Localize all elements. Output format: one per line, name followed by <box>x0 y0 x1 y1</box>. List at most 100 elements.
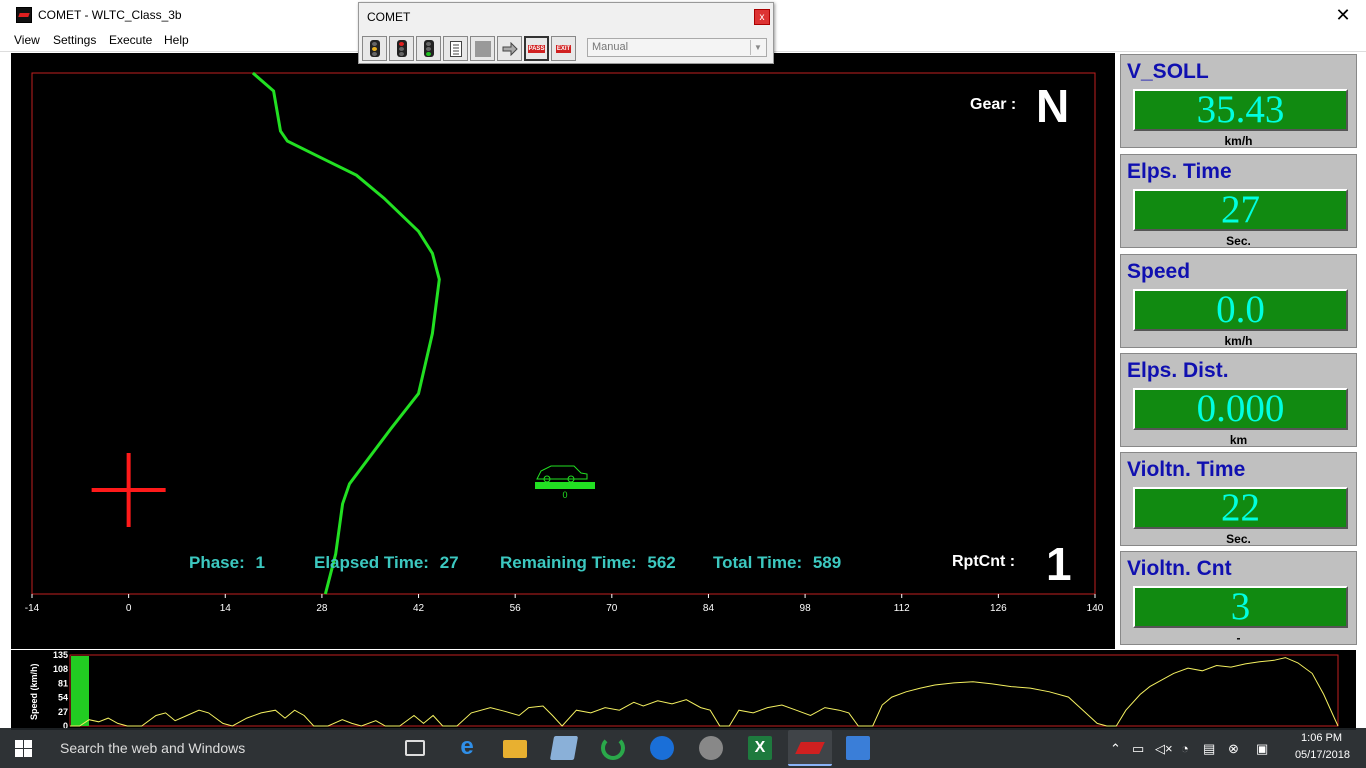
notes-app-icon[interactable] <box>549 736 579 760</box>
chevron-up-icon[interactable]: ⌃ <box>1110 741 1121 757</box>
mode-select-value: Manual <box>592 41 629 53</box>
panel-value: 0.000 <box>1133 388 1348 430</box>
clock-time[interactable]: 1:06 PM <box>1290 732 1342 744</box>
panel-value: 27 <box>1133 189 1348 231</box>
taskbar-search[interactable]: Search the web and Windows <box>48 728 393 768</box>
panel-value: 22 <box>1133 487 1348 529</box>
total-readout: Total Time: 589 <box>713 553 841 573</box>
menu-help[interactable]: Help <box>164 33 189 47</box>
clock-date[interactable]: 05/17/2018 <box>1280 749 1350 761</box>
x-tick-label: 56 <box>510 603 522 614</box>
overview-y-tick: 27 <box>58 707 68 717</box>
rptcnt-value: 1 <box>1046 538 1072 590</box>
chevron-down-icon[interactable]: ▼ <box>750 40 765 55</box>
x-tick-label: 0 <box>126 603 132 614</box>
wifi-icon[interactable]: ◔ <box>1181 741 1189 756</box>
traffic-light-red-icon <box>396 40 407 57</box>
panel-speed: Speed 0.0 km/h <box>1120 254 1357 348</box>
x-tick-label: 140 <box>1087 603 1104 614</box>
panel-unit: km <box>1229 433 1248 447</box>
list-button[interactable] <box>443 36 468 61</box>
phase-value: 1 <box>255 553 265 572</box>
panel-unit: - <box>1236 631 1241 645</box>
overview-y-tick: 108 <box>53 664 68 674</box>
elapsed-readout: Elapsed Time: 27 <box>314 553 459 573</box>
panel-unit: Sec. <box>1226 234 1251 248</box>
phase-readout: Phase: 1 <box>189 553 265 573</box>
panel-title: Elps. Time <box>1127 160 1232 183</box>
x-tick-label: -14 <box>25 603 40 614</box>
comet-taskbar-button[interactable] <box>788 730 832 766</box>
list-icon <box>449 40 462 57</box>
remaining-value: 562 <box>647 553 676 572</box>
stop-button[interactable] <box>470 36 495 61</box>
panel-title: Elps. Dist. <box>1127 359 1229 382</box>
elapsed-progress-bar <box>71 656 89 726</box>
panel-v-soll: V_SOLL 35.43 km/h <box>1120 54 1357 148</box>
panel-value: 35.43 <box>1133 89 1348 131</box>
panel-violation-time: Violtn. Time 22 Sec. <box>1120 452 1357 546</box>
traffic-light-amber-button[interactable] <box>362 36 387 61</box>
panel-unit: Sec. <box>1226 532 1251 546</box>
panel-title: Violtn. Time <box>1127 458 1246 481</box>
panel-unit: km/h <box>1224 334 1253 348</box>
menu-view[interactable]: View <box>14 33 40 47</box>
x-tick-label: 112 <box>894 603 910 614</box>
language-icon[interactable]: ▣ <box>1256 741 1268 757</box>
exit-button[interactable]: EXIT <box>551 36 576 61</box>
trace-plot: -14 0 14 28 42 56 70 84 98 112 126 140 0 Gear : N Rp… <box>11 53 1115 649</box>
panel-elapsed-distance: Elps. Dist. 0.000 km <box>1120 353 1357 447</box>
windows-start-icon[interactable] <box>15 740 32 757</box>
x-tick-label: 126 <box>990 603 1007 614</box>
pass-button[interactable]: PASS <box>524 36 549 61</box>
x-tick-label: 70 <box>606 603 618 614</box>
rptcnt-label: RptCnt : <box>952 553 1016 570</box>
traffic-light-green-icon <box>423 40 434 57</box>
battery-icon[interactable]: ▭ <box>1132 741 1144 757</box>
panel-title: Speed <box>1127 260 1191 283</box>
overview-y-tick: 54 <box>58 693 68 703</box>
total-value: 589 <box>812 553 842 572</box>
x-tick-label: 42 <box>413 603 425 614</box>
overview-speed-trace <box>70 657 1339 727</box>
speed-overview-svg: Speed (km/h)1351088154270539719898107812… <box>29 650 1339 730</box>
volume-muted-icon[interactable]: ◁× <box>1155 741 1173 757</box>
remaining-readout: Remaining Time: 562 <box>500 553 676 573</box>
sync-app-icon[interactable] <box>601 736 625 760</box>
traffic-light-green-button[interactable] <box>416 36 441 61</box>
panel-title: Violtn. Cnt <box>1127 557 1232 580</box>
menu-settings[interactable]: Settings <box>53 33 96 47</box>
close-circle-icon[interactable]: ⊗ <box>1228 741 1239 757</box>
exit-icon: EXIT <box>555 44 572 53</box>
media-app-icon[interactable] <box>699 736 723 760</box>
menu-execute[interactable]: Execute <box>109 33 152 47</box>
taskbar: Search the web and Windows e X ⌃ ▭ ◁× ◔ … <box>0 728 1366 768</box>
panel-value: 3 <box>1133 586 1348 628</box>
window-title: COMET - WLTC_Class_3b <box>38 8 182 22</box>
window-close-button[interactable]: ✕ <box>1330 3 1356 27</box>
panel-elapsed-time: Elps. Time 27 Sec. <box>1120 154 1357 248</box>
notification-icon[interactable]: ▤ <box>1203 741 1215 757</box>
teamviewer-icon[interactable] <box>650 736 674 760</box>
x-tick-label: 28 <box>316 603 328 614</box>
forward-button[interactable] <box>497 36 522 61</box>
overview-y-tick: 81 <box>58 678 68 688</box>
mode-select[interactable]: Manual ▼ <box>587 38 767 57</box>
overview-y-tick: 135 <box>53 650 68 660</box>
snowflake-app-icon[interactable] <box>846 736 870 760</box>
car-speed-label: 0 <box>562 490 567 500</box>
car-icon <box>535 465 595 489</box>
arrow-icon <box>502 41 518 56</box>
panel-title: V_SOLL <box>1127 60 1209 83</box>
total-label: Total Time: <box>713 553 803 572</box>
toolbar-close-button[interactable]: x <box>754 9 770 25</box>
task-view-icon[interactable] <box>405 740 425 756</box>
excel-icon[interactable]: X <box>748 736 772 760</box>
edge-icon[interactable]: e <box>455 735 479 760</box>
traffic-light-red-button[interactable] <box>389 36 414 61</box>
comet-toolbar-window: COMET x PASS EXIT Manual ▼ <box>358 2 774 64</box>
file-explorer-icon[interactable] <box>503 740 527 758</box>
gear-value: N <box>1036 80 1070 132</box>
panel-value: 0.0 <box>1133 289 1348 331</box>
comet-app-icon[interactable] <box>16 7 32 23</box>
